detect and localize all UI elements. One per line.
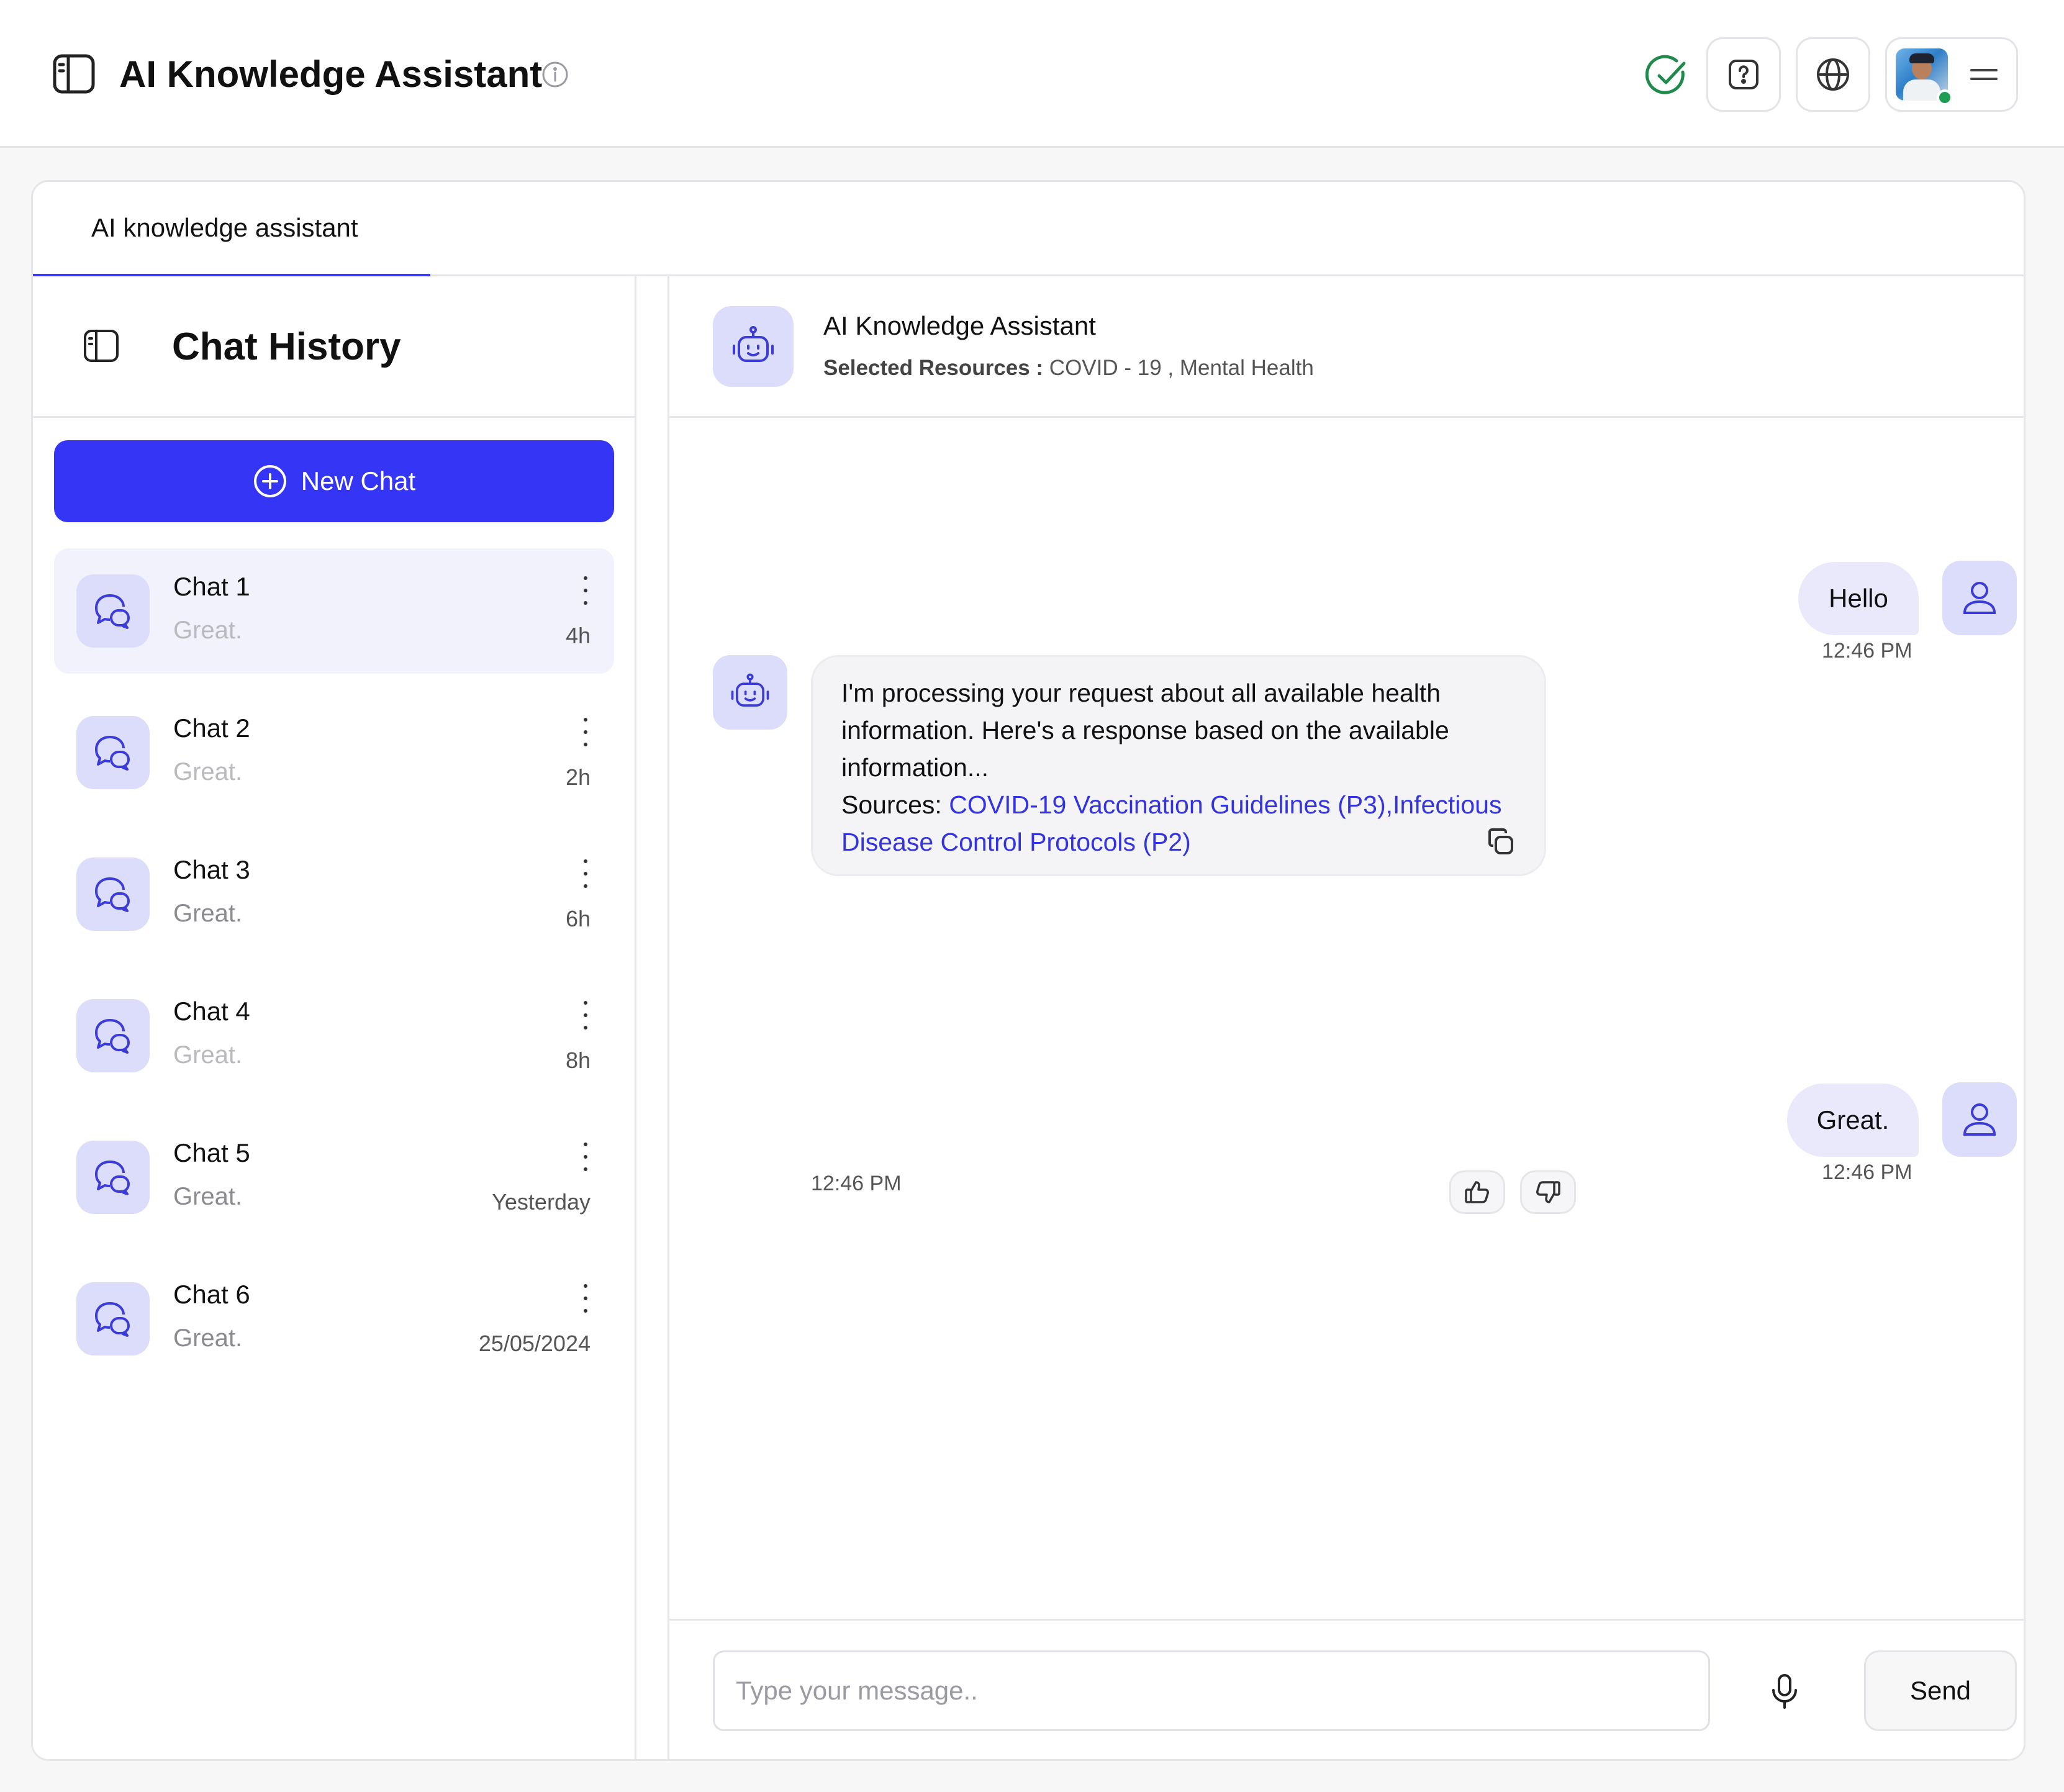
profile-menu-button[interactable] xyxy=(1885,37,2018,112)
robot-icon xyxy=(713,655,787,730)
user-message-bubble: Great. xyxy=(1787,1084,1919,1157)
globe-icon xyxy=(1817,58,1849,91)
help-button[interactable] xyxy=(1706,37,1781,112)
more-options-icon[interactable] xyxy=(579,856,592,891)
menu-icon xyxy=(1970,69,1998,80)
new-chat-label: New Chat xyxy=(301,466,416,496)
sidebar-toggle-icon[interactable] xyxy=(52,53,96,94)
chat-list-item[interactable]: Chat 6 Great. 25/05/2024 xyxy=(54,1256,614,1382)
help-icon xyxy=(1729,60,1758,89)
chat-title: AI Knowledge Assistant xyxy=(823,311,1096,340)
thumbs-up-icon xyxy=(1465,1181,1489,1203)
language-button[interactable] xyxy=(1796,37,1870,112)
sources-label: Sources: xyxy=(841,790,942,819)
selected-resources-label: Selected Resources : xyxy=(823,356,1044,380)
chat-bubbles-icon xyxy=(76,716,150,789)
user-message-bubble: Hello xyxy=(1798,562,1919,635)
chat-name: Chat 1 xyxy=(173,572,250,601)
more-options-icon[interactable] xyxy=(579,573,592,608)
message-time: 12:46 PM xyxy=(1822,639,1912,663)
send-button[interactable]: Send xyxy=(1864,1650,2017,1731)
chat-name: Chat 5 xyxy=(173,1138,250,1167)
assistant-message-text: I'm processing your request about all av… xyxy=(841,679,1449,782)
message-time: 12:46 PM xyxy=(811,1172,902,1195)
avatar xyxy=(1896,48,1953,106)
chat-preview: Great. xyxy=(173,1041,243,1069)
collapse-sidebar-icon[interactable] xyxy=(83,328,120,363)
chat-name: Chat 6 xyxy=(173,1280,250,1309)
top-header: AI Knowledge Assistant xyxy=(0,0,2064,148)
chat-preview: Great. xyxy=(173,758,243,785)
more-options-icon[interactable] xyxy=(579,1139,592,1174)
thumbs-down-button[interactable] xyxy=(1520,1170,1576,1214)
chat-time: 2h xyxy=(565,764,591,790)
chat-pane: AI Knowledge Assistant Selected Resource… xyxy=(668,276,2024,1759)
chat-preview: Great. xyxy=(173,1183,243,1210)
chat-list-item[interactable]: Chat 2 Great. 2h xyxy=(54,690,614,815)
chat-list-item[interactable]: Chat 4 Great. 8h xyxy=(54,973,614,1098)
more-options-icon[interactable] xyxy=(579,998,592,1033)
chat-time: Yesterday xyxy=(492,1189,591,1215)
selected-resources: Selected Resources : COVID - 19 , Mental… xyxy=(823,356,1314,381)
chat-bubbles-icon xyxy=(76,858,150,931)
more-options-icon[interactable] xyxy=(579,715,592,749)
chat-bubbles-icon xyxy=(76,1282,150,1355)
sidebar-header: Chat History xyxy=(33,276,635,418)
user-icon xyxy=(1942,561,2017,635)
message-time: 12:46 PM xyxy=(1822,1161,1912,1184)
plus-circle-icon xyxy=(253,465,286,497)
more-options-icon[interactable] xyxy=(579,1281,592,1316)
microphone-icon xyxy=(1772,1674,1797,1709)
robot-icon xyxy=(713,306,794,387)
thumbs-up-button[interactable] xyxy=(1449,1170,1505,1214)
tab-ai-knowledge-assistant[interactable]: AI knowledge assistant xyxy=(33,182,430,276)
microphone-button[interactable] xyxy=(1760,1667,1809,1716)
chat-header: AI Knowledge Assistant Selected Resource… xyxy=(669,276,2024,418)
chat-preview: Great. xyxy=(173,1324,243,1352)
chat-time: 8h xyxy=(565,1048,591,1073)
online-status-dot xyxy=(1937,89,1953,106)
main-card: AI knowledge assistant Chat History New … xyxy=(31,180,2026,1761)
chat-bubbles-icon xyxy=(76,999,150,1072)
chat-list-item[interactable]: Chat 3 Great. 6h xyxy=(54,831,614,957)
new-chat-button[interactable]: New Chat xyxy=(54,440,614,522)
chat-bubbles-icon xyxy=(76,1141,150,1214)
chat-time: 6h xyxy=(565,906,591,931)
selected-resources-value: COVID - 19 , Mental Health xyxy=(1049,356,1314,380)
info-icon[interactable] xyxy=(541,61,569,88)
chat-time: 4h xyxy=(565,623,591,648)
assistant-message-bubble: I'm processing your request about all av… xyxy=(811,655,1546,876)
thumbs-down-icon xyxy=(1536,1181,1560,1203)
copy-icon[interactable] xyxy=(1485,826,1517,858)
chat-preview: Great. xyxy=(173,900,243,927)
user-icon xyxy=(1942,1082,2017,1157)
chat-preview: Great. xyxy=(173,617,243,644)
tab-bar: AI knowledge assistant xyxy=(33,182,2024,276)
check-circle-icon[interactable] xyxy=(1645,53,1690,98)
message-input[interactable] xyxy=(713,1650,1710,1731)
chat-name: Chat 2 xyxy=(173,713,250,743)
chat-list-item[interactable]: Chat 1 Great. 4h xyxy=(54,548,614,674)
chat-history-sidebar: Chat History New Chat Chat 1 Great. 4h C… xyxy=(33,276,636,1759)
chat-list: Chat 1 Great. 4h Chat 2 Great. 2h Chat 3 xyxy=(54,548,614,1398)
sidebar-title: Chat History xyxy=(172,325,401,368)
app-title: AI Knowledge Assistant xyxy=(119,53,543,95)
chat-bubbles-icon xyxy=(76,574,150,648)
chat-time: 25/05/2024 xyxy=(478,1331,591,1356)
chat-list-item[interactable]: Chat 5 Great. Yesterday xyxy=(54,1115,614,1240)
message-composer: Send xyxy=(669,1619,2024,1759)
chat-name: Chat 3 xyxy=(173,855,250,884)
chat-name: Chat 4 xyxy=(173,997,250,1026)
